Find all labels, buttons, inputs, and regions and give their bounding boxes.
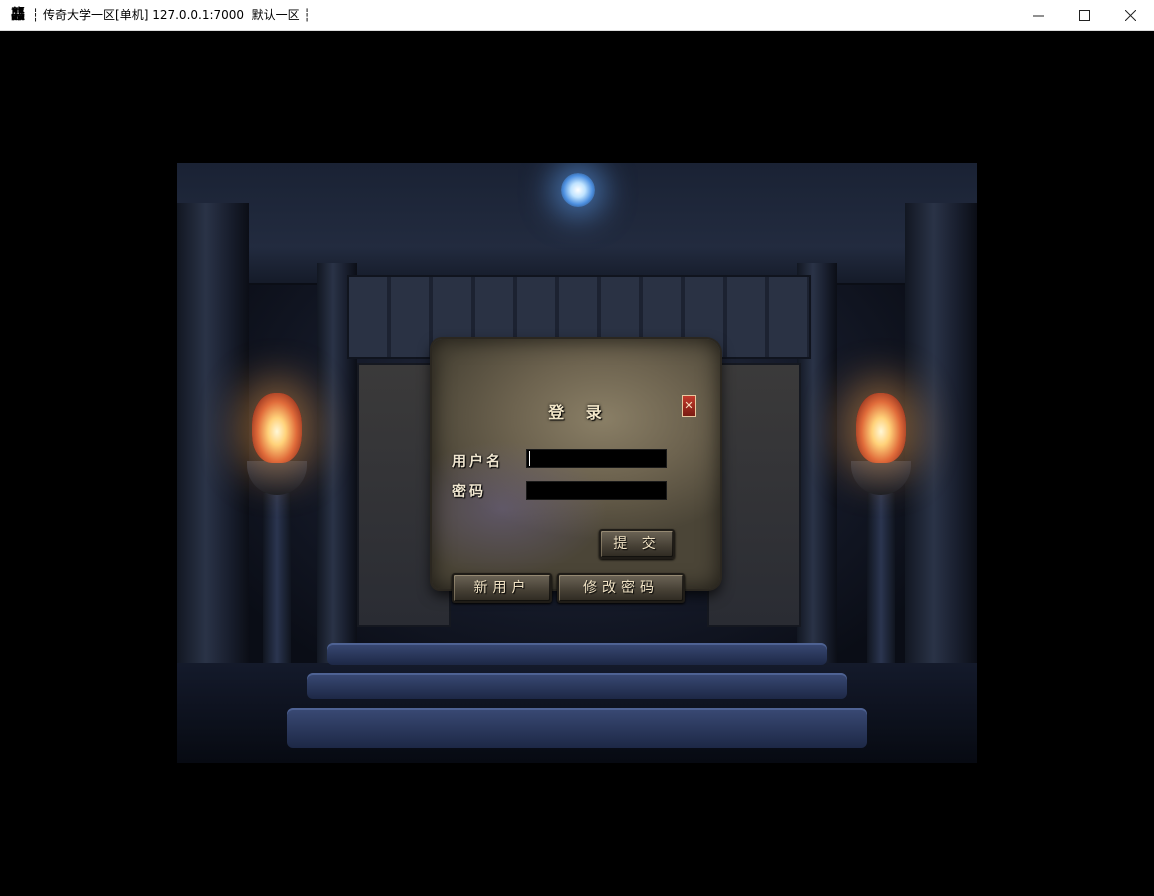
username-label: 用户名 (452, 454, 503, 470)
maximize-button[interactable] (1061, 0, 1107, 30)
close-button[interactable] (1107, 0, 1153, 30)
window-title-bar[interactable]: 龘 ┆ 传奇大学一区[单机] 127.0.0.1:7000 默认一区 ┆ (0, 0, 1154, 31)
change-password-button[interactable]: 修改密码 (557, 573, 685, 603)
right-wall-panel (707, 363, 801, 627)
window-title: ┆ 传奇大学一区[单机] 127.0.0.1:7000 默认一区 ┆ (32, 8, 311, 22)
minimize-button[interactable] (1015, 0, 1061, 30)
right-outer-pillar (905, 203, 977, 723)
submit-button[interactable]: 提 交 (599, 529, 675, 559)
right-torch-bowl (851, 461, 911, 495)
text-caret (529, 451, 530, 466)
right-torch-flame-icon (856, 393, 906, 463)
maximize-icon (1078, 9, 1090, 21)
left-torch-flame-icon (252, 393, 302, 463)
password-label: 密码 (452, 484, 486, 500)
left-outer-pillar (177, 203, 249, 723)
username-input[interactable] (526, 449, 667, 468)
minimize-icon (1032, 15, 1044, 16)
close-icon: ✕ (684, 399, 694, 412)
close-icon (1124, 9, 1136, 21)
stair-step (327, 643, 827, 665)
password-input[interactable] (526, 481, 667, 500)
login-dialog: 登 录 ✕ 用户名 密码 提 交 新用户 修改密码 (432, 339, 720, 603)
game-viewport[interactable]: 登 录 ✕ 用户名 密码 提 交 新用户 修改密码 (0, 31, 1154, 896)
stair-step (307, 673, 847, 699)
app-icon: 龘 (11, 7, 25, 23)
new-user-button[interactable]: 新用户 (452, 573, 552, 603)
glowing-orb-icon (561, 173, 595, 207)
dialog-title: 登 录 (548, 403, 610, 422)
dialog-close-button[interactable]: ✕ (682, 395, 696, 417)
left-torch-bowl (247, 461, 307, 495)
stair-step (287, 708, 867, 748)
